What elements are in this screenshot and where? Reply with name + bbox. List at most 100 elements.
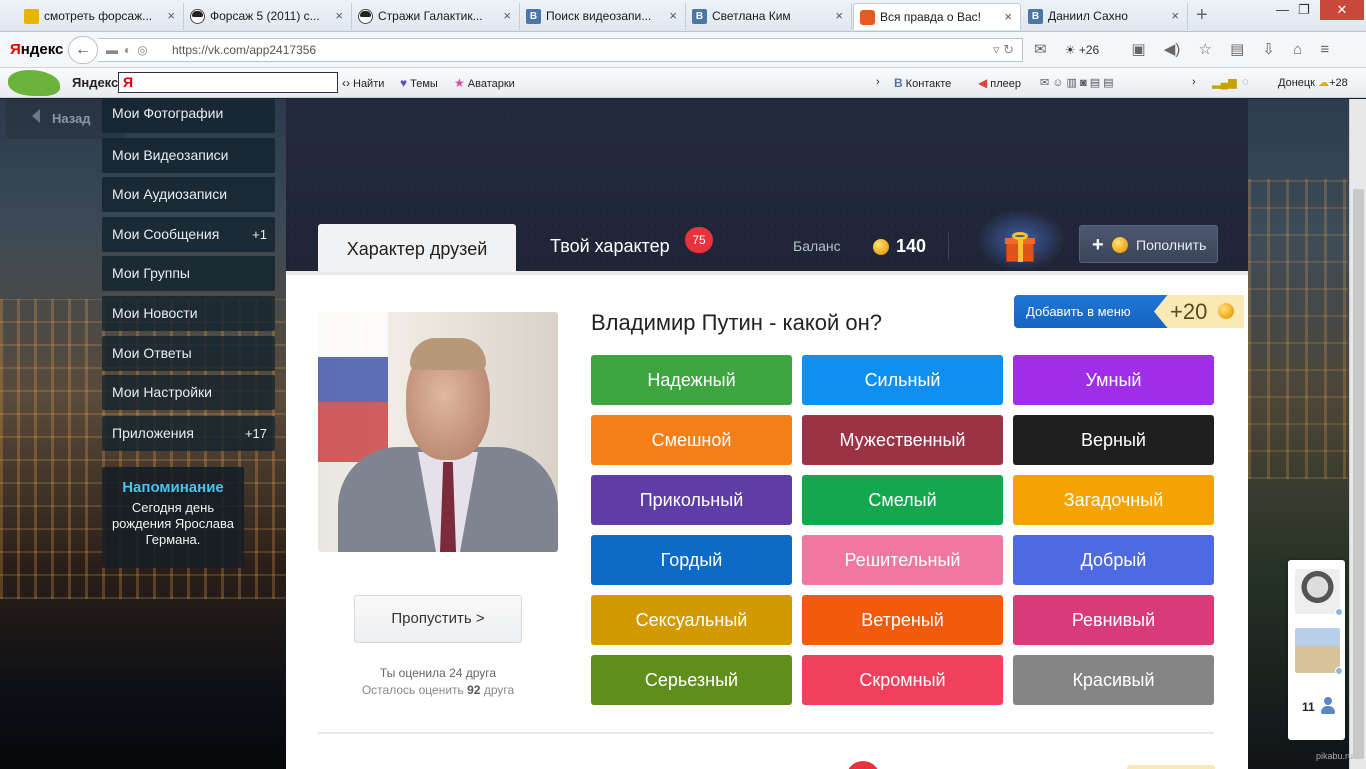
service-icons[interactable]: ✉ ☺ ▥ ◙ ▤ ▤: [1040, 76, 1114, 89]
friends-online-count[interactable]: 11: [1302, 700, 1315, 714]
sidebar-menu: Мои Фотографии Мои Видеозаписи Мои Аудио…: [102, 99, 275, 456]
sidebar-item-groups[interactable]: Мои Группы: [102, 256, 275, 292]
bonus-badge[interactable]: +20: [1154, 295, 1244, 328]
sidebar-item-messages[interactable]: Мои Сообщения +1: [102, 216, 275, 252]
browser-tab-active[interactable]: Вся правда о Вас! ×: [853, 3, 1021, 30]
tab-friends-character[interactable]: Характер друзей: [318, 224, 516, 272]
new-tab-button[interactable]: +: [1196, 4, 1208, 27]
minimize-icon[interactable]: —: [1276, 2, 1289, 17]
trait-button[interactable]: Добрый: [1013, 535, 1214, 585]
sidebar-item-apps[interactable]: Приложения +17: [102, 416, 275, 452]
vk-icon: В: [1028, 9, 1043, 24]
sidebar-item-audio[interactable]: Мои Аудиозаписи: [102, 177, 275, 213]
speaker-icon: ◀: [978, 76, 988, 90]
yandex-browser-logo[interactable]: Яндекс: [10, 41, 63, 58]
friend-avatar[interactable]: [1295, 628, 1343, 675]
trait-button[interactable]: Загадочный: [1013, 475, 1214, 525]
browser-tab[interactable]: В Поиск видеозапи... ×: [520, 3, 686, 30]
close-icon[interactable]: ×: [503, 3, 511, 29]
trait-button[interactable]: Верный: [1013, 415, 1214, 465]
browser-tab[interactable]: Стражи Галактик... ×: [352, 3, 520, 30]
add-to-menu-button[interactable]: Добавить в меню: [1014, 295, 1174, 328]
back-arrow-icon: ←: [75, 41, 91, 58]
apps-count: +17: [244, 426, 267, 442]
balance-value: 140: [896, 236, 927, 256]
trait-button[interactable]: Ветреный: [802, 595, 1003, 645]
trait-button[interactable]: Мужественный: [802, 415, 1003, 465]
avatars-button[interactable]: ★ Аватарки: [454, 76, 515, 90]
close-icon[interactable]: ×: [835, 3, 843, 29]
trait-button[interactable]: Умный: [1013, 355, 1214, 405]
trait-button[interactable]: Надежный: [591, 355, 792, 405]
chevron-right-icon[interactable]: ›: [876, 76, 880, 88]
browser-tab[interactable]: В Светлана Ким ×: [686, 3, 852, 30]
extension-icon[interactable]: ▣: [1131, 40, 1145, 58]
city-weather[interactable]: Донецк ☁+28: [1278, 76, 1348, 89]
trait-button[interactable]: Сексуальный: [591, 595, 792, 645]
friend-avatar[interactable]: [1295, 569, 1343, 616]
reload-icon[interactable]: ▿ ↻: [993, 42, 1014, 58]
reminder-title[interactable]: Напоминание: [102, 479, 244, 496]
close-icon[interactable]: ×: [669, 3, 677, 29]
online-friends-panel: 11: [1288, 560, 1345, 740]
maximize-icon[interactable]: ❐: [1298, 2, 1310, 18]
close-icon[interactable]: ×: [1171, 3, 1179, 29]
sidebar-item-answers[interactable]: Мои Ответы: [102, 335, 275, 371]
scroll-thumb[interactable]: [1353, 189, 1364, 759]
yandex-search-input[interactable]: Я: [118, 72, 338, 93]
trait-button[interactable]: Ревнивый: [1013, 595, 1214, 645]
trait-button[interactable]: Гордый: [591, 535, 792, 585]
browser-tab[interactable]: смотреть форсаж... ×: [18, 3, 184, 30]
mail-icon[interactable]: ✉: [1034, 40, 1047, 58]
chevron-right-icon[interactable]: ›: [1192, 76, 1196, 88]
back-button[interactable]: ←: [68, 36, 98, 64]
themes-button[interactable]: ♥ Темы: [400, 76, 438, 90]
vkontakte-button[interactable]: В Контакте: [894, 76, 951, 90]
sidebar-item-settings[interactable]: Мои Настройки: [102, 375, 275, 411]
signal-icon[interactable]: ▂▄▆: [1212, 76, 1237, 89]
close-icon[interactable]: ×: [167, 3, 175, 29]
trait-button[interactable]: Решительный: [802, 535, 1003, 585]
browser-tab[interactable]: В Даниил Сахно ×: [1022, 3, 1188, 30]
trait-button[interactable]: Смелый: [802, 475, 1003, 525]
sound-icon[interactable]: ◀): [1164, 40, 1181, 58]
chat-icon[interactable]: ◌: [1242, 76, 1249, 88]
trait-button[interactable]: Прикольный: [591, 475, 792, 525]
window-close-button[interactable]: ✕: [1320, 0, 1364, 20]
rated-count-text: Ты оценила 24 друга: [379, 666, 497, 680]
player-button[interactable]: ◀ плеер: [978, 76, 1021, 90]
topup-button[interactable]: + Пополнить: [1079, 225, 1218, 263]
sidebar-item-news[interactable]: Мои Новости: [102, 295, 275, 331]
menu-icon[interactable]: ≡: [1320, 41, 1329, 58]
skip-button[interactable]: Пропустить >: [354, 595, 522, 643]
url-field[interactable]: ▬◐◎ https://vk.com/app2417356 ▿ ↻: [98, 38, 1023, 62]
find-button[interactable]: ‹› Найти: [342, 76, 384, 90]
close-icon[interactable]: ×: [335, 3, 343, 29]
trait-button[interactable]: Серьезный: [591, 655, 792, 705]
trait-button[interactable]: Скромный: [802, 655, 1003, 705]
close-icon[interactable]: ×: [1004, 4, 1012, 30]
sidebar-item-photos[interactable]: Мои Фотографии: [102, 99, 275, 133]
watermark: pikabu.ru: [1316, 751, 1354, 761]
trait-button[interactable]: Смешной: [591, 415, 792, 465]
trait-button[interactable]: Сильный: [802, 355, 1003, 405]
trait-button[interactable]: Красивый: [1013, 655, 1214, 705]
sidebar-item-videos[interactable]: Мои Видеозаписи: [102, 137, 275, 173]
tab-your-character[interactable]: Твой характер: [550, 236, 670, 257]
troll-face-icon: [358, 9, 373, 24]
gift-icon[interactable]: [1005, 232, 1035, 262]
star-icon[interactable]: ☆: [1198, 40, 1211, 58]
browser-tab-title: Даниил Сахно: [1048, 9, 1128, 23]
topup-label: Пополнить: [1136, 237, 1207, 253]
app-frame: Характер друзей Твой характер 75 Баланс …: [286, 99, 1248, 769]
messages-count: +1: [252, 226, 267, 242]
page-scrollbar[interactable]: [1349, 99, 1366, 769]
remaining-count-text: Осталось оценить 92 друга: [361, 683, 515, 697]
city-temp: +28: [1329, 77, 1348, 89]
person-icon[interactable]: [1320, 697, 1336, 715]
home-icon[interactable]: ⌂: [1293, 41, 1302, 58]
clipboard-icon[interactable]: ▤: [1230, 40, 1244, 58]
download-icon[interactable]: ⇩: [1262, 40, 1275, 58]
browser-tab[interactable]: Форсаж 5 (2011) с... ×: [184, 3, 352, 30]
weather-widget[interactable]: ☀ +26: [1065, 43, 1113, 57]
